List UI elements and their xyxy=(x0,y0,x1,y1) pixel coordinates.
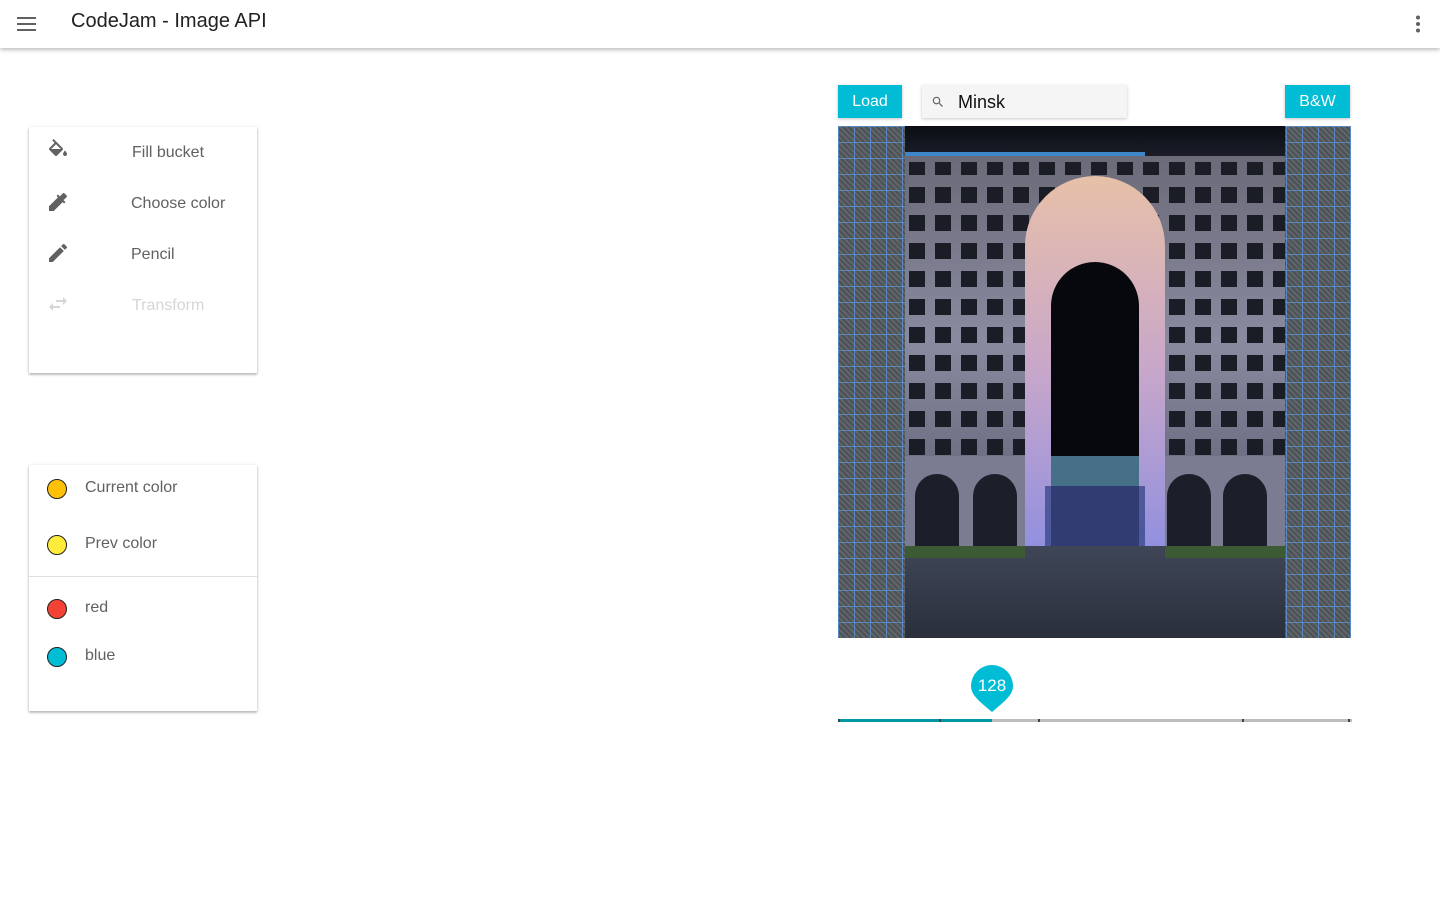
building-photo xyxy=(905,126,1285,638)
search-input[interactable] xyxy=(958,91,1118,113)
tool-fill-bucket[interactable]: Fill bucket xyxy=(29,127,257,178)
search-icon xyxy=(932,96,943,107)
menu-button[interactable] xyxy=(12,9,42,39)
tool-label: Fill bucket xyxy=(132,143,205,161)
drawing-canvas[interactable] xyxy=(838,126,1351,638)
colors-panel: Current color Prev color red blue xyxy=(29,465,257,711)
slider-tick xyxy=(838,719,840,722)
slider-tick xyxy=(939,719,941,722)
bw-button[interactable]: B&W xyxy=(1285,85,1350,118)
current-color-item[interactable]: Current color xyxy=(29,465,257,513)
slider-fill xyxy=(838,719,992,722)
divider xyxy=(29,576,257,577)
color-preset-blue[interactable]: blue xyxy=(29,633,257,681)
slider-tick xyxy=(1038,719,1040,722)
eyedropper-icon xyxy=(49,192,68,211)
color-preset-label: red xyxy=(85,599,109,616)
tool-choose-color[interactable]: Choose color xyxy=(29,178,257,229)
fill-bucket-icon xyxy=(48,139,67,156)
swap-horiz-icon xyxy=(49,297,67,311)
current-color-swatch xyxy=(47,479,67,499)
prev-color-swatch xyxy=(47,535,67,555)
prev-color-item[interactable]: Prev color xyxy=(29,521,257,569)
slider-tick xyxy=(1242,719,1244,722)
more-options-button[interactable] xyxy=(1405,9,1431,39)
slider-thumb[interactable]: 128 xyxy=(969,663,1015,712)
pencil-icon xyxy=(49,243,68,262)
hamburger-menu-icon xyxy=(17,17,36,31)
blue-color-swatch xyxy=(47,647,67,667)
tool-label: Transform xyxy=(132,296,205,314)
color-preset-label: blue xyxy=(85,647,116,664)
prev-color-label: Prev color xyxy=(85,535,158,552)
tool-label: Choose color xyxy=(131,194,226,212)
load-button[interactable]: Load xyxy=(838,85,902,118)
size-slider[interactable]: 128 xyxy=(838,660,1352,730)
more-vert-icon xyxy=(1416,15,1420,33)
current-color-label: Current color xyxy=(85,479,178,496)
tool-pencil[interactable]: Pencil xyxy=(29,229,257,280)
slider-tick xyxy=(1348,719,1350,722)
tool-label: Pencil xyxy=(131,245,175,263)
loaded-image xyxy=(905,126,1285,638)
slider-value-label: 128 xyxy=(977,676,1007,695)
app-bar: CodeJam - Image API xyxy=(0,0,1440,48)
red-color-swatch xyxy=(47,599,67,619)
color-preset-red[interactable]: red xyxy=(29,585,257,633)
tool-transform[interactable]: Transform xyxy=(29,280,257,331)
search-field[interactable] xyxy=(922,85,1127,118)
app-title: CodeJam - Image API xyxy=(71,10,267,32)
tools-panel: Fill bucket Choose color Pencil Transfor… xyxy=(29,127,257,373)
